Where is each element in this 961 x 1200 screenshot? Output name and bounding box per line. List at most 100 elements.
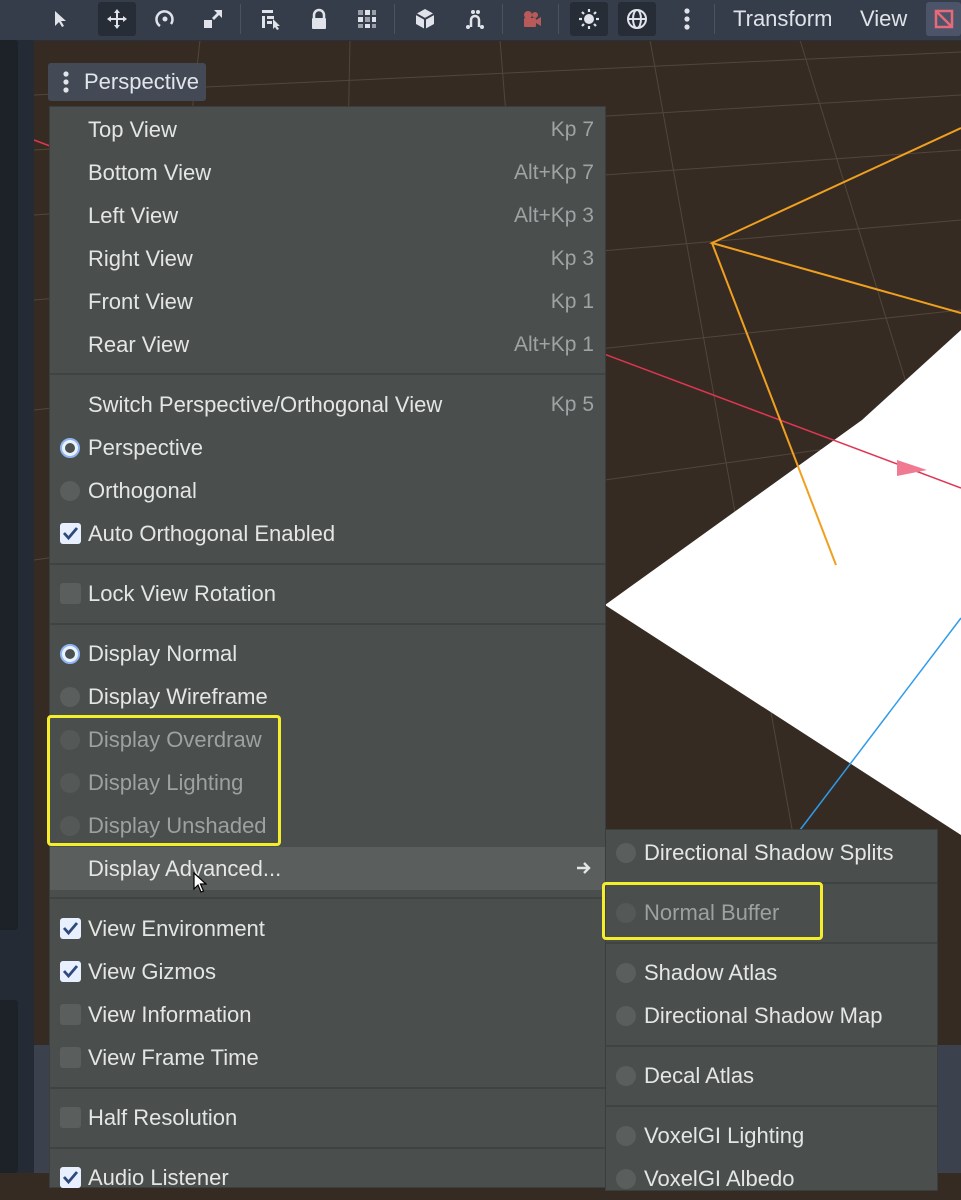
menu-separator: [50, 373, 605, 375]
scale-tool-button[interactable]: [194, 2, 232, 36]
left-dock-panel-lower: [0, 1000, 18, 1173]
menu-item-front-view[interactable]: Front View Kp 1: [50, 280, 605, 323]
menu-item-display-normal[interactable]: Display Normal: [50, 632, 605, 675]
radio-unchecked-icon: [616, 1169, 636, 1189]
radio-unchecked-icon: [616, 1006, 636, 1026]
submenu-item-directional-shadow-splits[interactable]: Directional Shadow Splits: [606, 831, 937, 874]
checkbox-checked-icon: [60, 918, 81, 939]
radio-unchecked-icon: [60, 481, 80, 501]
menu-item-auto-orthogonal[interactable]: Auto Orthogonal Enabled: [50, 512, 605, 555]
submenu-arrow-icon: [575, 859, 593, 882]
list-select-button[interactable]: [252, 2, 290, 36]
menu-item-display-overdraw: Display Overdraw: [50, 718, 605, 761]
kebab-menu-icon: [48, 70, 84, 94]
menu-item-bottom-view[interactable]: Bottom View Alt+Kp 7: [50, 151, 605, 194]
checkbox-unchecked-icon: [60, 583, 81, 604]
menu-item-switch-view[interactable]: Switch Perspective/Orthogonal View Kp 5: [50, 383, 605, 426]
rotate-tool-icon: [155, 10, 174, 28]
more-options-button[interactable]: [668, 2, 706, 36]
radio-unchecked-icon: [60, 730, 80, 750]
view-menu[interactable]: View: [860, 0, 907, 38]
gizmo-toggle-button[interactable]: [926, 2, 961, 36]
menu-item-display-advanced[interactable]: Display Advanced...: [50, 847, 605, 890]
menu-item-view-gizmos[interactable]: View Gizmos: [50, 950, 605, 993]
checkbox-unchecked-icon: [60, 1047, 81, 1068]
sun-toggle-button[interactable]: [570, 2, 608, 36]
menu-item-rear-view[interactable]: Rear View Alt+Kp 1: [50, 323, 605, 366]
select-tool-icon: [55, 11, 66, 27]
group-button[interactable]: [348, 2, 386, 36]
menu-separator: [50, 897, 605, 899]
environment-globe-icon: [627, 9, 647, 29]
perspective-button-label: Perspective: [84, 69, 199, 94]
radio-unchecked-icon: [616, 843, 636, 863]
menu-item-display-wireframe[interactable]: Display Wireframe: [50, 675, 605, 718]
menu-item-top-view[interactable]: Top View Kp 7: [50, 108, 605, 151]
menu-item-display-unshaded: Display Unshaded: [50, 804, 605, 847]
menu-separator: [606, 1045, 937, 1047]
scale-tool-icon: [204, 10, 222, 28]
rotate-tool-button[interactable]: [146, 2, 184, 36]
snap-cube-icon: [415, 9, 435, 29]
more-options-icon: [684, 8, 690, 30]
checkbox-unchecked-icon: [60, 1004, 81, 1025]
transform-menu[interactable]: Transform: [733, 0, 832, 38]
menu-separator: [50, 1147, 605, 1149]
radio-unchecked-icon: [616, 903, 636, 923]
lock-icon: [312, 8, 326, 29]
radio-unchecked-icon: [616, 1126, 636, 1146]
menu-separator: [606, 1105, 937, 1107]
menu-item-orthogonal[interactable]: Orthogonal: [50, 469, 605, 512]
radio-unchecked-icon: [60, 687, 80, 707]
move-tool-icon: [107, 9, 127, 29]
white-plane-mesh[interactable]: [605, 330, 961, 835]
radio-checked-icon: [60, 644, 80, 664]
snap-cube-button[interactable]: [406, 2, 444, 36]
display-advanced-submenu: Directional Shadow Splits Normal Buffer …: [605, 829, 938, 1191]
gizmo-node-icon: [934, 9, 953, 29]
submenu-item-decal-atlas[interactable]: Decal Atlas: [606, 1054, 937, 1097]
menu-item-left-view[interactable]: Left View Alt+Kp 3: [50, 194, 605, 237]
menu-separator: [606, 882, 937, 884]
menu-item-perspective[interactable]: Perspective: [50, 426, 605, 469]
left-dock-panel: [0, 40, 18, 930]
menu-item-audio-listener[interactable]: Audio Listener: [50, 1156, 605, 1199]
camera-button[interactable]: [512, 2, 550, 36]
submenu-item-shadow-atlas[interactable]: Shadow Atlas: [606, 951, 937, 994]
menu-separator: [50, 563, 605, 565]
radio-unchecked-icon: [616, 963, 636, 983]
submenu-item-directional-shadow-map[interactable]: Directional Shadow Map: [606, 994, 937, 1037]
radio-unchecked-icon: [60, 773, 80, 793]
menu-item-view-frame-time[interactable]: View Frame Time: [50, 1036, 605, 1079]
radio-checked-icon: [60, 438, 80, 458]
menu-item-right-view[interactable]: Right View Kp 3: [50, 237, 605, 280]
transform-dots-button[interactable]: [456, 2, 494, 36]
group-icon: [358, 10, 376, 28]
move-tool-button[interactable]: [98, 2, 136, 36]
menu-item-display-lighting: Display Lighting: [50, 761, 605, 804]
submenu-item-voxelgi-albedo[interactable]: VoxelGI Albedo: [606, 1157, 937, 1200]
checkbox-checked-icon: [60, 961, 81, 982]
environment-toggle-button[interactable]: [618, 2, 656, 36]
select-tool-button[interactable]: [42, 2, 80, 36]
mouse-cursor-icon: [193, 872, 207, 893]
menu-item-half-resolution[interactable]: Half Resolution: [50, 1096, 605, 1139]
perspective-menu-button[interactable]: Perspective: [48, 63, 206, 101]
radio-unchecked-icon: [616, 1066, 636, 1086]
radio-unchecked-icon: [60, 816, 80, 836]
transform-dots-icon: [466, 10, 484, 29]
submenu-item-normal-buffer: Normal Buffer: [606, 891, 937, 934]
camera-icon: [524, 11, 541, 27]
menu-item-view-information[interactable]: View Information: [50, 993, 605, 1036]
lock-button[interactable]: [300, 2, 338, 36]
list-select-icon: [262, 10, 280, 30]
checkbox-checked-icon: [60, 523, 81, 544]
viewport-toolbar: Transform View: [0, 0, 961, 41]
menu-item-view-environment[interactable]: View Environment: [50, 907, 605, 950]
submenu-item-voxelgi-lighting[interactable]: VoxelGI Lighting: [606, 1114, 937, 1157]
checkbox-checked-icon: [60, 1167, 81, 1188]
menu-item-lock-view-rotation[interactable]: Lock View Rotation: [50, 572, 605, 615]
view-popup-menu: Top View Kp 7 Bottom View Alt+Kp 7 Left …: [49, 106, 606, 1190]
menu-separator: [50, 623, 605, 625]
sun-toggle-icon: [579, 9, 599, 29]
